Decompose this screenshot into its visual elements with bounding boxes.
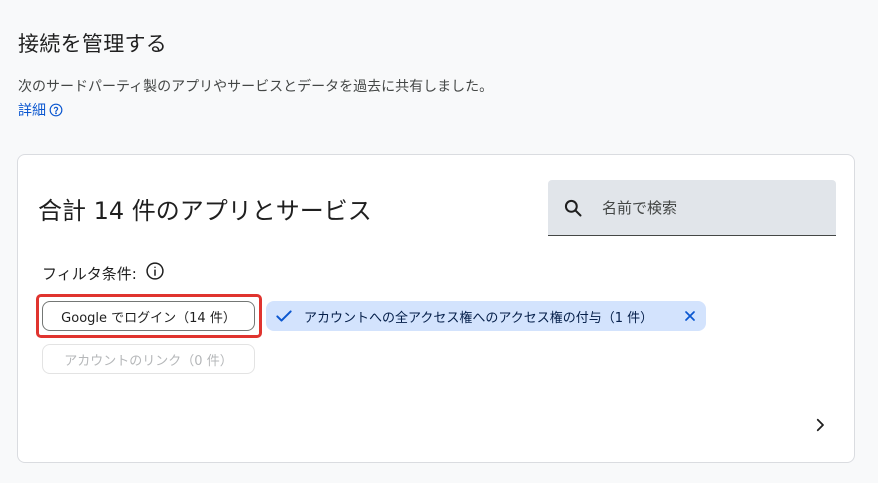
filter-chip-label: アカウントのリンク（0 件） [64,353,233,369]
filter-label-text: フィルタ条件: [42,264,137,283]
info-icon[interactable] [145,261,165,285]
filter-chip-google-signin[interactable]: Google でログイン（14 件） [42,301,255,331]
details-link[interactable]: 詳細 [18,100,63,120]
close-icon[interactable] [682,308,698,324]
page-title: 接続を管理する [18,32,168,56]
search-icon [562,197,584,219]
connections-card: 合計 14 件のアプリとサービス フィルタ条件: Google でログイン（14… [17,154,855,463]
page-description: 次のサードパーティ製のアプリやサービスとデータを過去に共有しました。 [18,79,494,95]
search-box[interactable] [548,180,836,236]
help-circle-icon [49,103,63,117]
check-icon [274,306,294,326]
search-input[interactable] [600,197,824,218]
details-link-label: 詳細 [18,103,46,119]
filter-label: フィルタ条件: [42,261,165,285]
filter-chip-label: アカウントへの全アクセス権へのアクセス権の付与（1 件） [304,310,654,326]
card-title: 合計 14 件のアプリとサービス [38,197,372,225]
chevron-right-icon[interactable] [808,413,832,437]
filter-chip-label: Google でログイン（14 件） [61,310,236,326]
filter-chip-account-access[interactable]: アカウントへの全アクセス権へのアクセス権の付与（1 件） [266,301,706,331]
filter-chip-account-link: アカウントのリンク（0 件） [42,344,255,374]
